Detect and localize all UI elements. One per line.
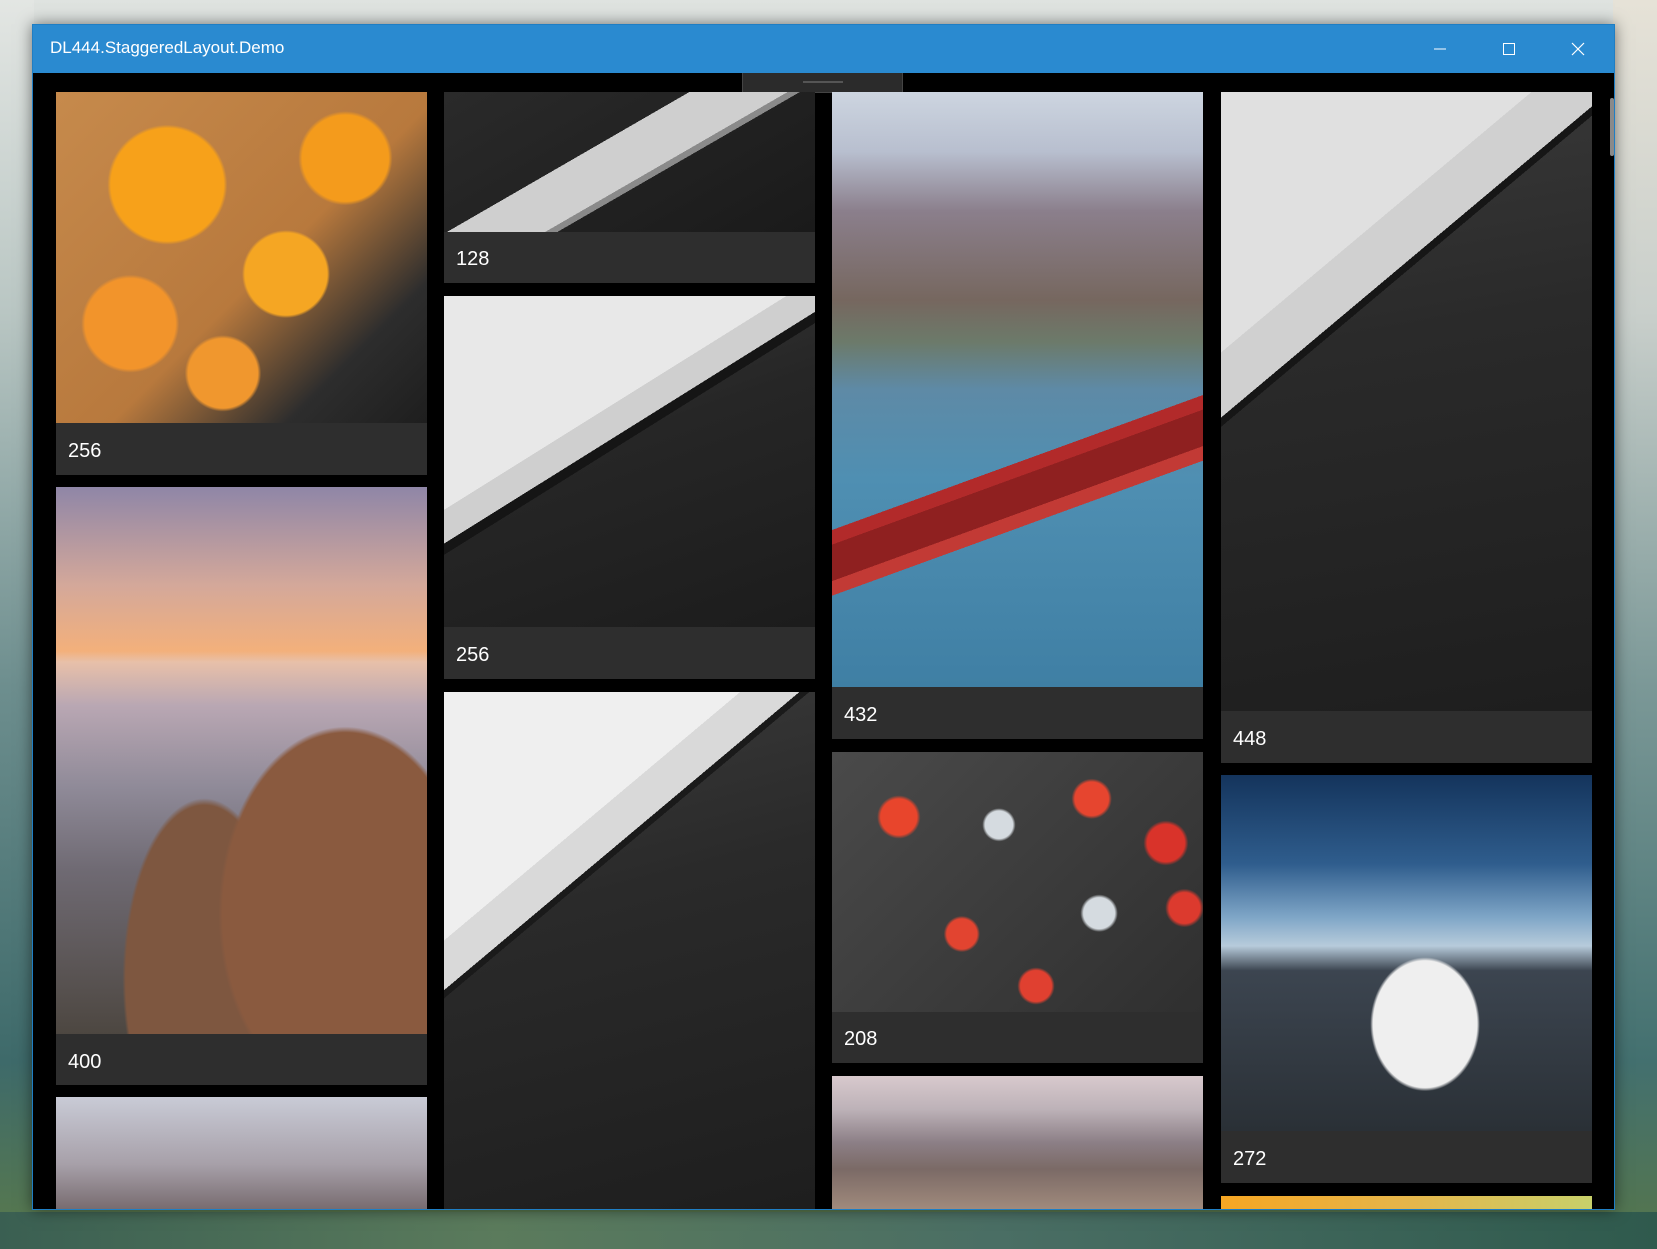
minimize-button[interactable] (1405, 25, 1474, 73)
card-caption: 432 (844, 704, 878, 726)
snowy-mountain-photo (1221, 775, 1592, 1131)
title-bar[interactable]: DL444.StaggeredLayout.Demo (33, 25, 1614, 73)
app-window: DL444.StaggeredLayout.Demo 256 400 128 2… (32, 24, 1615, 1210)
grid-card[interactable]: 256 (444, 296, 815, 679)
laptop-closeup-photo (444, 692, 815, 1209)
grid-card[interactable] (832, 1076, 1203, 1209)
desktop-background-bottom (0, 1212, 1657, 1249)
grid-card[interactable] (1221, 1196, 1592, 1209)
grid-card[interactable]: 256 (56, 92, 427, 475)
drag-grip[interactable] (742, 73, 903, 93)
maximize-icon (1502, 43, 1515, 55)
grid-card[interactable]: 272 (1221, 775, 1592, 1183)
card-caption: 400 (68, 1051, 102, 1073)
close-button[interactable] (1543, 25, 1612, 73)
minimize-icon (1433, 48, 1446, 50)
orange-drinks-photo (1221, 1196, 1592, 1209)
card-caption: 272 (1233, 1148, 1267, 1170)
card-caption: 256 (68, 440, 102, 462)
laptop-closeup-photo (1221, 92, 1592, 711)
grip-line (803, 81, 843, 83)
golden-gate-bridge-photo (832, 92, 1203, 687)
strawberries-blueberries-photo (832, 752, 1203, 1012)
monaco-coastline-photo (832, 1076, 1203, 1209)
card-caption: 448 (1233, 728, 1267, 750)
orange-drinks-photo (56, 92, 427, 423)
golden-gate-bridge-photo (56, 1097, 427, 1209)
staggered-grid[interactable]: 256 400 128 256 432 208 448 272 (33, 73, 1614, 1209)
close-icon (1571, 42, 1584, 56)
grid-card[interactable] (444, 692, 815, 1209)
grid-card[interactable]: 208 (832, 752, 1203, 1063)
card-caption: 208 (844, 1028, 878, 1050)
grid-card[interactable]: 432 (832, 92, 1203, 739)
laptop-phone-photo (444, 296, 815, 627)
laptop-phone-photo (444, 92, 815, 232)
scrollbar-thumb[interactable] (1610, 98, 1614, 156)
grid-card[interactable]: 448 (1221, 92, 1592, 763)
card-caption: 128 (456, 248, 490, 270)
grid-card[interactable]: 400 (56, 487, 427, 1085)
grid-card[interactable] (56, 1097, 427, 1209)
monaco-coastline-photo (56, 487, 427, 1034)
card-caption: 256 (456, 644, 490, 666)
window-title: DL444.StaggeredLayout.Demo (50, 38, 285, 57)
grid-card[interactable]: 128 (444, 92, 815, 283)
desktop-background-right (1613, 0, 1657, 1249)
maximize-button[interactable] (1474, 25, 1543, 73)
desktop-background-left (0, 0, 34, 1249)
